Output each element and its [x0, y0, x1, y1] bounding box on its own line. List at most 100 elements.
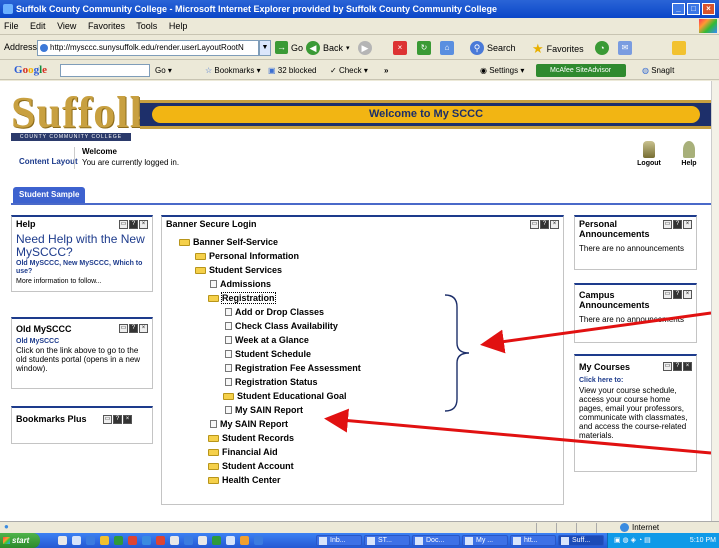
channel-close-icon[interactable]: × — [683, 290, 692, 299]
maximize-button[interactable]: □ — [687, 3, 700, 15]
channel-help-icon[interactable]: ? — [129, 220, 138, 229]
tree-registration-fee-assessment[interactable]: Registration Fee Assessment — [225, 363, 361, 373]
tree-my-sain-report-inner[interactable]: My SAIN Report — [225, 405, 303, 415]
tree-admissions[interactable]: Admissions — [210, 279, 271, 289]
google-search-input[interactable] — [60, 64, 150, 77]
taskbar-button-st[interactable]: ST... — [364, 535, 410, 546]
quicklaunch-icon[interactable] — [198, 536, 207, 545]
channel-close-icon[interactable]: × — [683, 362, 692, 371]
tree-financial-aid[interactable]: Financial Aid — [208, 447, 278, 457]
help-button[interactable]: Help — [676, 141, 702, 167]
channel-help-icon[interactable]: ? — [113, 415, 122, 424]
minimize-button[interactable]: _ — [672, 3, 685, 15]
quicklaunch-icon[interactable] — [226, 536, 235, 545]
google-go-button[interactable]: Go ▾ — [155, 61, 172, 80]
menu-help[interactable]: Help — [169, 21, 188, 31]
channel-close-icon[interactable]: × — [550, 220, 559, 229]
channel-minimize-icon[interactable]: ▭ — [663, 362, 672, 371]
menu-edit[interactable]: Edit — [30, 21, 46, 31]
tree-check-class-availability[interactable]: Check Class Availability — [225, 321, 338, 331]
channel-close-icon[interactable]: × — [139, 220, 148, 229]
quicklaunch-icon[interactable] — [142, 536, 151, 545]
settings-button[interactable]: ◉ Settings ▾ — [480, 61, 524, 80]
tree-add-drop-classes[interactable]: Add or Drop Classes — [225, 307, 324, 317]
quicklaunch-icon[interactable] — [212, 536, 221, 545]
home-button[interactable]: ⌂ — [440, 41, 454, 55]
tree-health-center[interactable]: Health Center — [208, 475, 281, 485]
quicklaunch-icon[interactable] — [156, 536, 165, 545]
history-button[interactable]: ◔ — [595, 41, 609, 55]
quicklaunch-icon[interactable] — [170, 536, 179, 545]
address-input[interactable]: http://mysccc.sunysuffolk.edu/render.use… — [37, 40, 259, 56]
quicklaunch-icon[interactable] — [114, 536, 123, 545]
quicklaunch-icon[interactable] — [240, 536, 249, 545]
menu-view[interactable]: View — [57, 21, 76, 31]
go-button[interactable]: → Go — [275, 41, 303, 54]
quicklaunch-icon[interactable] — [58, 536, 67, 545]
refresh-button[interactable]: ↻ — [417, 41, 431, 55]
taskbar-button-my[interactable]: My ... — [462, 535, 508, 546]
channel-help-icon[interactable]: ? — [673, 362, 682, 371]
taskbar-button-inbox[interactable]: Inb... — [316, 535, 362, 546]
mail-button[interactable]: ✉ — [618, 41, 632, 55]
channel-minimize-icon[interactable]: ▭ — [119, 324, 128, 333]
channel-minimize-icon[interactable]: ▭ — [663, 290, 672, 299]
channel-close-icon[interactable]: × — [123, 415, 132, 424]
content-layout-link[interactable]: Content Layout — [19, 157, 78, 166]
address-dropdown-icon[interactable]: ▼ — [259, 40, 271, 56]
taskbar-button-suffolk[interactable]: Suff... — [558, 535, 604, 546]
close-button[interactable]: × — [702, 3, 715, 15]
start-button[interactable]: start — [0, 533, 40, 548]
mcafee-siteadvisor-button[interactable]: McAfee SiteAdvisor — [536, 64, 626, 77]
channel-help-icon[interactable]: ? — [129, 324, 138, 333]
tree-registration-status[interactable]: Registration Status — [225, 377, 318, 387]
back-button[interactable]: ◀ Back ▾ — [306, 41, 350, 55]
tree-banner-self-service[interactable]: Banner Self-Service — [179, 237, 278, 247]
tree-student-account[interactable]: Student Account — [208, 461, 294, 471]
taskbar-button-htt[interactable]: htt... — [510, 535, 556, 546]
tab-student-sample[interactable]: Student Sample — [13, 187, 86, 203]
tree-personal-information[interactable]: Personal Information — [195, 251, 299, 261]
clock[interactable]: 5:10 PM — [690, 533, 716, 548]
my-courses-link[interactable]: Click here to: — [579, 377, 623, 384]
channel-help-icon[interactable]: ? — [673, 220, 682, 229]
quicklaunch-icon[interactable] — [72, 536, 81, 545]
tree-registration[interactable]: Registration — [208, 292, 276, 304]
menu-tools[interactable]: Tools — [136, 21, 157, 31]
folder-button[interactable] — [672, 41, 686, 55]
help-which-to-use-link[interactable]: Old MySCCC, New MySCCC, Which to use? — [16, 260, 146, 276]
taskbar-button-doc[interactable]: Doc... — [412, 535, 460, 546]
quicklaunch-icon[interactable] — [86, 536, 95, 545]
college-logo[interactable]: Suffolk COUNTY COMMUNITY COLLEGE — [11, 91, 154, 141]
old-mysccc-link[interactable]: Old MySCCC — [16, 338, 59, 345]
favorites-button[interactable]: ★ Favorites — [532, 41, 584, 57]
tree-student-educational-goal[interactable]: Student Educational Goal — [223, 391, 347, 401]
tray-icons[interactable]: ▣ ◍ ◈ ◔ ▤ — [614, 533, 651, 548]
tree-my-sain-report[interactable]: My SAIN Report — [210, 419, 288, 429]
search-button[interactable]: ⚲ Search — [470, 41, 516, 55]
channel-close-icon[interactable]: × — [139, 324, 148, 333]
popup-blocker-button[interactable]: ▣ 32 blocked — [268, 61, 316, 80]
tree-student-records[interactable]: Student Records — [208, 433, 294, 443]
channel-minimize-icon[interactable]: ▭ — [119, 220, 128, 229]
quicklaunch-icon[interactable] — [254, 536, 263, 545]
more-chevron-icon[interactable]: » — [384, 61, 388, 80]
channel-minimize-icon[interactable]: ▭ — [663, 220, 672, 229]
channel-help-icon[interactable]: ? — [540, 220, 549, 229]
channel-help-icon[interactable]: ? — [673, 290, 682, 299]
menu-file[interactable]: File — [4, 21, 19, 31]
logout-button[interactable]: Logout — [636, 141, 662, 167]
bookmarks-button[interactable]: ☆ Bookmarks ▾ — [205, 61, 261, 80]
forward-button[interactable]: ▶ — [358, 41, 372, 55]
channel-minimize-icon[interactable]: ▭ — [103, 415, 112, 424]
quicklaunch-icon[interactable] — [184, 536, 193, 545]
menu-favorites[interactable]: Favorites — [88, 21, 125, 31]
channel-minimize-icon[interactable]: ▭ — [530, 220, 539, 229]
vertical-scrollbar[interactable] — [711, 81, 719, 521]
channel-close-icon[interactable]: × — [683, 220, 692, 229]
tree-student-schedule[interactable]: Student Schedule — [225, 349, 311, 359]
spellcheck-button[interactable]: ✓ Check ▾ — [330, 61, 368, 80]
tree-student-services[interactable]: Student Services — [195, 265, 282, 275]
quicklaunch-icon[interactable] — [128, 536, 137, 545]
quicklaunch-icon[interactable] — [100, 536, 109, 545]
